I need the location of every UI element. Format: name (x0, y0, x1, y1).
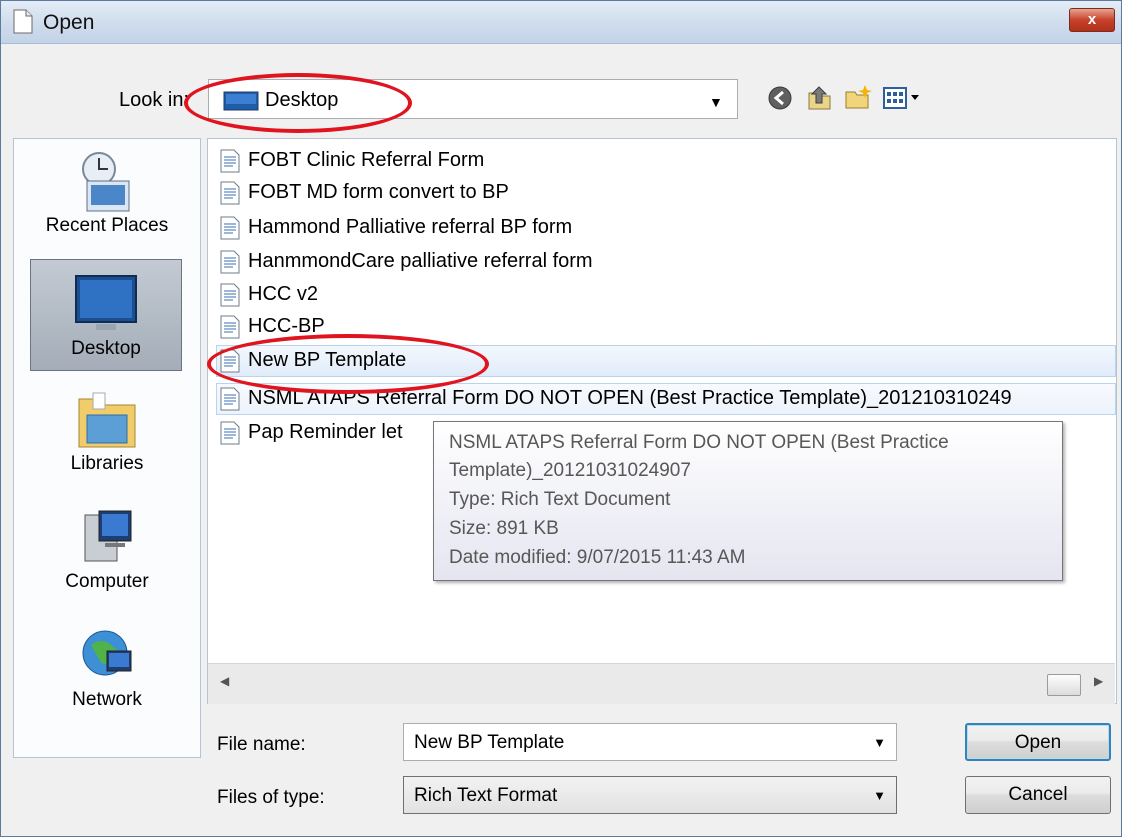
place-recent-places[interactable]: Recent Places (14, 149, 200, 249)
files-of-type-value: Rich Text Format (414, 785, 558, 806)
file-name: NSML ATAPS Referral Form DO NOT OPEN (Be… (248, 387, 1012, 409)
open-button[interactable]: Open (965, 723, 1111, 761)
file-name: HanmmondCare palliative referral form (248, 250, 593, 272)
file-name-value: New BP Template (414, 732, 565, 753)
chevron-down-icon[interactable]: ▼ (873, 735, 886, 750)
look-in-label: Look in: (119, 89, 190, 111)
window-title: Open (43, 11, 95, 34)
file-name: FOBT Clinic Referral Form (248, 149, 485, 171)
recent-places-icon (82, 152, 130, 212)
back-icon[interactable] (765, 83, 795, 113)
file-info-tooltip: NSML ATAPS Referral Form DO NOT OPEN (Be… (433, 421, 1063, 581)
tooltip-name-line2: Template)_20121031024907 (449, 460, 691, 481)
new-folder-icon[interactable] (843, 83, 873, 113)
file-name: HCC v2 (248, 283, 319, 305)
place-label: Computer (65, 571, 149, 592)
files-of-type-label: Files of type: (217, 787, 325, 808)
title-bar[interactable]: Open x (1, 1, 1121, 44)
look-in-value: Desktop (265, 89, 339, 111)
rtf-document-icon (220, 315, 240, 339)
place-label: Recent Places (45, 215, 169, 236)
places-bar: Recent Places Desktop Libraries Computer… (13, 138, 201, 758)
chevron-down-icon: ▼ (873, 788, 886, 803)
scrollbar-thumb[interactable] (1047, 674, 1081, 696)
place-label: Libraries (70, 453, 144, 474)
rtf-document-icon (220, 250, 240, 274)
view-menu-icon[interactable] (882, 83, 922, 113)
close-button[interactable]: x (1069, 8, 1115, 32)
file-name: New BP Template (248, 349, 407, 371)
rtf-document-icon (220, 421, 240, 445)
libraries-icon (78, 392, 136, 448)
up-folder-icon[interactable] (804, 83, 834, 113)
horizontal-scrollbar[interactable]: ◀ ▶ (208, 663, 1115, 704)
computer-icon (84, 510, 132, 562)
tooltip-size: Size: 891 KB (449, 518, 559, 539)
place-label: Desktop (71, 338, 141, 359)
open-dialog: Open x Look in: Desktop ▼ Recent Places … (0, 0, 1122, 837)
look-in-combo[interactable]: Desktop ▼ (208, 79, 738, 119)
file-name: HCC-BP (248, 315, 325, 337)
place-computer[interactable]: Computer (14, 505, 200, 605)
place-libraries[interactable]: Libraries (14, 385, 200, 485)
files-of-type-select[interactable]: Rich Text Format ▼ (403, 776, 897, 814)
place-network[interactable]: Network (14, 623, 200, 723)
place-desktop[interactable]: Desktop (30, 259, 182, 371)
rtf-document-icon (220, 216, 240, 240)
file-name: Pap Reminder let (248, 421, 403, 443)
scroll-left-icon[interactable]: ◀ (220, 674, 229, 688)
desktop-icon (75, 275, 137, 330)
rtf-document-icon (220, 283, 240, 307)
file-name: Hammond Palliative referral BP form (248, 216, 573, 238)
chevron-down-icon: ▼ (709, 94, 723, 110)
place-label: Network (72, 689, 142, 710)
network-icon (82, 630, 132, 676)
file-name: FOBT MD form convert to BP (248, 181, 509, 203)
rtf-document-icon (220, 149, 240, 173)
cancel-button[interactable]: Cancel (965, 776, 1111, 814)
rtf-document-icon (220, 181, 240, 205)
document-icon (13, 9, 33, 34)
tooltip-date-modified: Date modified: 9/07/2015 11:43 AM (449, 547, 746, 568)
file-name-label: File name: (217, 734, 306, 755)
rtf-document-icon (220, 349, 240, 373)
tooltip-type: Type: Rich Text Document (449, 489, 671, 510)
scroll-right-icon[interactable]: ▶ (1094, 674, 1103, 688)
tooltip-name-line1: NSML ATAPS Referral Form DO NOT OPEN (Be… (449, 432, 949, 453)
desktop-icon (223, 91, 259, 111)
file-name-input[interactable]: New BP Template ▼ (403, 723, 897, 761)
rtf-document-icon (220, 387, 240, 411)
